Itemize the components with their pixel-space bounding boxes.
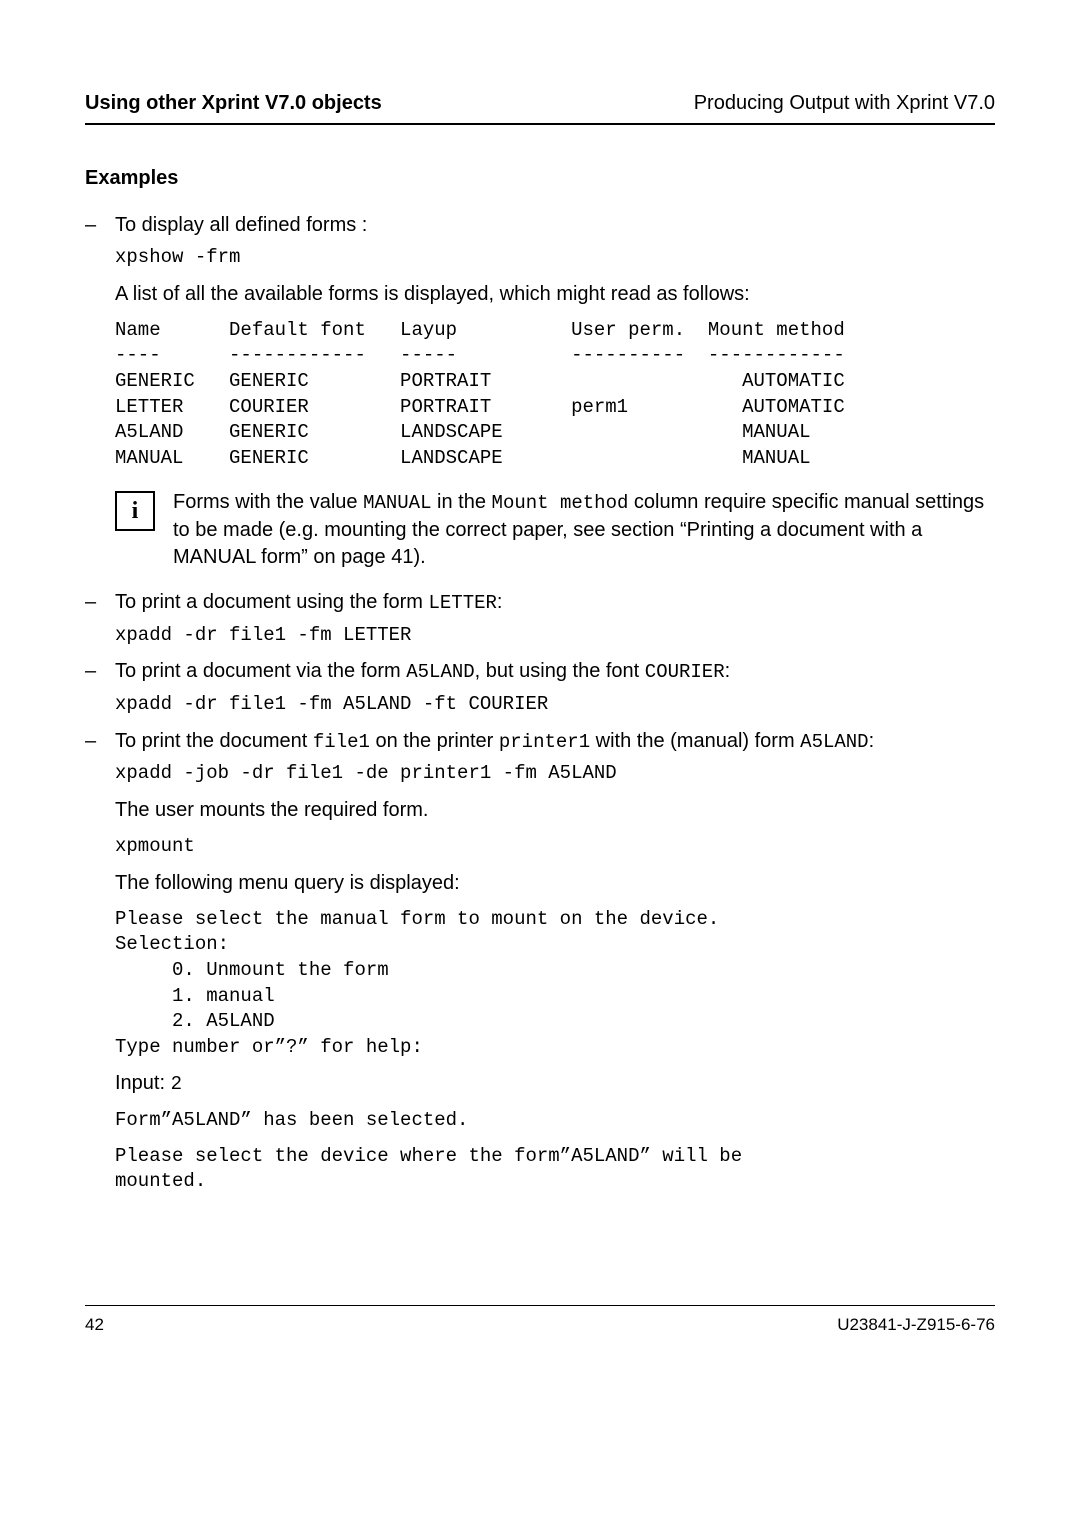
- info-icon: i: [115, 491, 155, 531]
- item3-e: :: [725, 660, 731, 682]
- item4-a: To print the document: [115, 730, 313, 752]
- examples-heading: Examples: [85, 165, 995, 192]
- item2-b: LETTER: [429, 592, 497, 614]
- item2-a: To print a document using the form: [115, 591, 429, 613]
- footer-page: 42: [85, 1314, 104, 1337]
- item4-f: A5LAND: [800, 731, 868, 753]
- forms-table: Name Default font Layup User perm. Mount…: [115, 318, 995, 472]
- item2-text: To print a document using the form LETTE…: [115, 589, 995, 617]
- item4-e: with the (manual) form: [590, 730, 800, 752]
- list-item: – To print the document file1 on the pri…: [85, 728, 995, 756]
- item1-intro: To display all defined forms :: [115, 212, 995, 239]
- list-item: – To display all defined forms :: [85, 212, 995, 239]
- item3-a: To print a document via the form: [115, 660, 406, 682]
- item4-input-b: 2: [171, 1073, 182, 1095]
- item4-xpmount: xpmount: [115, 834, 995, 860]
- footer-doc: U23841-J-Z915-6-76: [837, 1314, 995, 1337]
- item4-menutext: The following menu query is displayed:: [115, 870, 995, 897]
- item4-c: on the printer: [370, 730, 499, 752]
- item3-c: , but using the font: [475, 660, 645, 682]
- header-left: Using other Xprint V7.0 objects: [85, 90, 382, 117]
- page-header: Using other Xprint V7.0 objects Producin…: [85, 90, 995, 125]
- list-item: – To print a document using the form LET…: [85, 589, 995, 617]
- item4-please: Please select the device where the form”…: [115, 1144, 995, 1195]
- header-right: Producing Output with Xprint V7.0: [694, 90, 995, 117]
- item4-input: Input: 2: [115, 1070, 995, 1098]
- list-item: – To print a document via the form A5LAN…: [85, 658, 995, 686]
- item4-g: :: [869, 730, 875, 752]
- bullet-dash: –: [85, 728, 115, 756]
- info-text: Forms with the value MANUAL in the Mount…: [173, 489, 995, 571]
- bullet-dash: –: [85, 589, 115, 617]
- item3-text: To print a document via the form A5LAND,…: [115, 658, 995, 686]
- item1-cmd: xpshow -frm: [115, 245, 995, 271]
- item2-c: :: [497, 591, 503, 613]
- item3-cmd: xpadd -dr file1 -fm A5LAND -ft COURIER: [115, 692, 995, 718]
- bullet-dash: –: [85, 212, 115, 239]
- page-footer: 42 U23841-J-Z915-6-76: [85, 1305, 995, 1337]
- info-part1: Forms with the value: [173, 491, 363, 513]
- bullet-dash: –: [85, 658, 115, 686]
- info-mount: Mount method: [492, 492, 629, 514]
- item4-formsel: Form”A5LAND” has been selected.: [115, 1108, 995, 1134]
- item1-result: A list of all the available forms is dis…: [115, 281, 995, 308]
- item4-mount: The user mounts the required form.: [115, 797, 995, 824]
- item3-b: A5LAND: [406, 661, 474, 683]
- info-note: i Forms with the value MANUAL in the Mou…: [115, 489, 995, 571]
- item4-b: file1: [313, 731, 370, 753]
- item4-d: printer1: [499, 731, 590, 753]
- item4-cmd: xpadd -job -dr file1 -de printer1 -fm A5…: [115, 761, 995, 787]
- item4-text: To print the document file1 on the print…: [115, 728, 995, 756]
- item4-input-a: Input:: [115, 1072, 171, 1094]
- info-part2: in the: [432, 491, 492, 513]
- info-manual: MANUAL: [363, 492, 431, 514]
- item2-cmd: xpadd -dr file1 -fm LETTER: [115, 623, 995, 649]
- item4-menu: Please select the manual form to mount o…: [115, 907, 995, 1061]
- item3-d: COURIER: [645, 661, 725, 683]
